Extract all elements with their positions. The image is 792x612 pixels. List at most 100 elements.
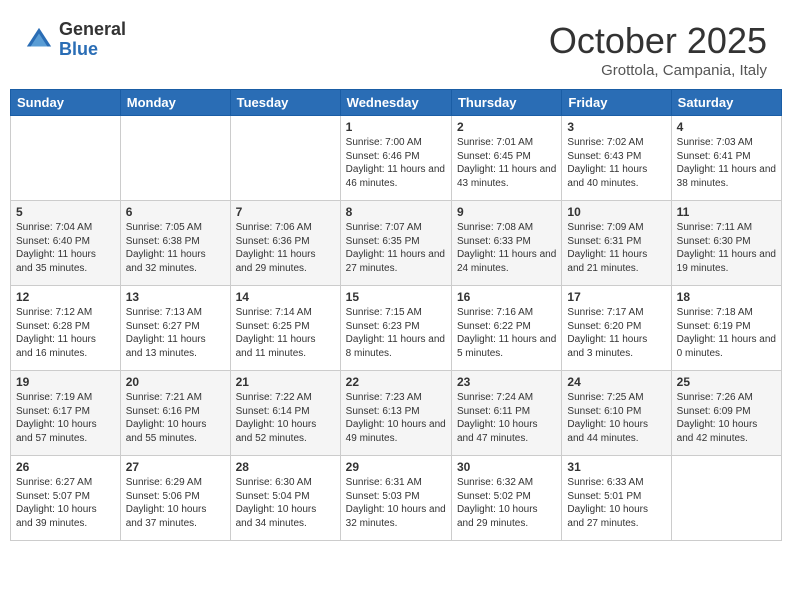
- calendar-cell: 4 Sunrise: 7:03 AM Sunset: 6:41 PM Daylig…: [671, 116, 781, 201]
- location: Grottola, Campania, Italy: [549, 62, 767, 79]
- calendar-cell: 24Sunrise: 7:25 AM Sunset: 6:10 PM Dayli…: [562, 371, 671, 456]
- calendar-cell: 8 Sunrise: 7:07 AM Sunset: 6:35 PM Daylig…: [340, 201, 451, 286]
- cell-content: Sunrise: 7:26 AM Sunset: 6:09 PM Dayligh…: [677, 391, 776, 445]
- calendar-cell: 31 Sunrise: 6:33 AM Sunset: 5:01 PM Dayli…: [562, 456, 671, 541]
- calendar-cell: 29 Sunrise: 6:31 AM Sunset: 5:03 PM Dayli…: [340, 456, 451, 541]
- calendar-cell: 12 Sunrise: 7:12 AM Sunset: 6:28 PM Dayli…: [11, 286, 121, 371]
- cell-content: Sunrise: 6:29 AM Sunset: 5:06 PM Dayligh…: [126, 476, 225, 530]
- day-number: 6: [126, 205, 225, 219]
- page-header: General Blue October 2025 Grottola, Camp…: [10, 10, 782, 84]
- calendar-cell: 18 Sunrise: 7:18 AM Sunset: 6:19 PM Dayli…: [671, 286, 781, 371]
- calendar-cell: [671, 456, 781, 541]
- cell-content: Sunrise: 7:24 AM Sunset: 6:11 PM Dayligh…: [457, 391, 556, 445]
- week-row-5: 26 Sunrise: 6:27 AM Sunset: 5:07 PM Dayli…: [11, 456, 782, 541]
- cell-content: Sunrise: 7:23 AM Sunset: 6:13 PM Dayligh…: [346, 391, 446, 445]
- cell-content: Sunrise: 7:13 AM Sunset: 6:27 PM Dayligh…: [126, 306, 225, 360]
- calendar-cell: 11Sunrise: 7:11 AM Sunset: 6:30 PM Dayli…: [671, 201, 781, 286]
- calendar-cell: 6 Sunrise: 7:05 AM Sunset: 6:38 PM Daylig…: [120, 201, 230, 286]
- week-row-4: 19Sunrise: 7:19 AM Sunset: 6:17 PM Dayli…: [11, 371, 782, 456]
- cell-content: Sunrise: 6:31 AM Sunset: 5:03 PM Dayligh…: [346, 476, 446, 530]
- day-number: 14: [236, 290, 335, 304]
- calendar-cell: 30 Sunrise: 6:32 AM Sunset: 5:02 PM Dayli…: [451, 456, 561, 541]
- calendar-cell: 3 Sunrise: 7:02 AM Sunset: 6:43 PM Daylig…: [562, 116, 671, 201]
- col-header-thursday: Thursday: [451, 90, 561, 116]
- cell-content: Sunrise: 6:33 AM Sunset: 5:01 PM Dayligh…: [567, 476, 665, 530]
- day-number: 28: [236, 460, 335, 474]
- day-number: 24: [567, 375, 665, 389]
- cell-content: Sunrise: 7:08 AM Sunset: 6:33 PM Dayligh…: [457, 221, 556, 275]
- day-number: 25: [677, 375, 776, 389]
- day-number: 4: [677, 120, 776, 134]
- cell-content: Sunrise: 7:05 AM Sunset: 6:38 PM Dayligh…: [126, 221, 225, 275]
- cell-content: Sunrise: 6:27 AM Sunset: 5:07 PM Dayligh…: [16, 476, 115, 530]
- cell-content: Sunrise: 7:04 AM Sunset: 6:40 PM Dayligh…: [16, 221, 115, 275]
- day-number: 15: [346, 290, 446, 304]
- cell-content: Sunrise: 7:07 AM Sunset: 6:35 PM Dayligh…: [346, 221, 446, 275]
- col-header-sunday: Sunday: [11, 90, 121, 116]
- day-number: 31: [567, 460, 665, 474]
- cell-content: Sunrise: 7:21 AM Sunset: 6:16 PM Dayligh…: [126, 391, 225, 445]
- cell-content: Sunrise: 7:14 AM Sunset: 6:25 PM Dayligh…: [236, 306, 335, 360]
- day-number: 12: [16, 290, 115, 304]
- calendar-cell: 27 Sunrise: 6:29 AM Sunset: 5:06 PM Dayli…: [120, 456, 230, 541]
- calendar-cell: 22 Sunrise: 7:23 AM Sunset: 6:13 PM Dayli…: [340, 371, 451, 456]
- day-number: 20: [126, 375, 225, 389]
- calendar-header-row: SundayMondayTuesdayWednesdayThursdayFrid…: [11, 90, 782, 116]
- day-number: 30: [457, 460, 556, 474]
- day-number: 23: [457, 375, 556, 389]
- day-number: 8: [346, 205, 446, 219]
- calendar-cell: 5Sunrise: 7:04 AM Sunset: 6:40 PM Daylig…: [11, 201, 121, 286]
- day-number: 18: [677, 290, 776, 304]
- day-number: 26: [16, 460, 115, 474]
- day-number: 21: [236, 375, 335, 389]
- cell-content: Sunrise: 7:03 AM Sunset: 6:41 PM Dayligh…: [677, 136, 776, 190]
- month-title: October 2025: [549, 20, 767, 62]
- day-number: 11: [677, 205, 776, 219]
- cell-content: Sunrise: 7:16 AM Sunset: 6:22 PM Dayligh…: [457, 306, 556, 360]
- day-number: 27: [126, 460, 225, 474]
- col-header-wednesday: Wednesday: [340, 90, 451, 116]
- cell-content: Sunrise: 7:17 AM Sunset: 6:20 PM Dayligh…: [567, 306, 665, 360]
- calendar-cell: 1Sunrise: 7:00 AM Sunset: 6:46 PM Daylig…: [340, 116, 451, 201]
- day-number: 10: [567, 205, 665, 219]
- cell-content: Sunrise: 7:18 AM Sunset: 6:19 PM Dayligh…: [677, 306, 776, 360]
- week-row-3: 12 Sunrise: 7:12 AM Sunset: 6:28 PM Dayli…: [11, 286, 782, 371]
- calendar-cell: 19Sunrise: 7:19 AM Sunset: 6:17 PM Dayli…: [11, 371, 121, 456]
- calendar-table: SundayMondayTuesdayWednesdayThursdayFrid…: [10, 89, 782, 541]
- calendar-cell: 23 Sunrise: 7:24 AM Sunset: 6:11 PM Dayli…: [451, 371, 561, 456]
- calendar-cell: 17 Sunrise: 7:17 AM Sunset: 6:20 PM Dayli…: [562, 286, 671, 371]
- calendar-cell: 13Sunrise: 7:13 AM Sunset: 6:27 PM Dayli…: [120, 286, 230, 371]
- calendar-cell: 10Sunrise: 7:09 AM Sunset: 6:31 PM Dayli…: [562, 201, 671, 286]
- cell-content: Sunrise: 7:02 AM Sunset: 6:43 PM Dayligh…: [567, 136, 665, 190]
- day-number: 2: [457, 120, 556, 134]
- col-header-friday: Friday: [562, 90, 671, 116]
- calendar-cell: 14 Sunrise: 7:14 AM Sunset: 6:25 PM Dayli…: [230, 286, 340, 371]
- logo-blue: Blue: [59, 40, 126, 60]
- cell-content: Sunrise: 7:12 AM Sunset: 6:28 PM Dayligh…: [16, 306, 115, 360]
- col-header-monday: Monday: [120, 90, 230, 116]
- day-number: 22: [346, 375, 446, 389]
- cell-content: Sunrise: 7:01 AM Sunset: 6:45 PM Dayligh…: [457, 136, 556, 190]
- calendar-cell: 2 Sunrise: 7:01 AM Sunset: 6:45 PM Daylig…: [451, 116, 561, 201]
- cell-content: Sunrise: 6:30 AM Sunset: 5:04 PM Dayligh…: [236, 476, 335, 530]
- day-number: 16: [457, 290, 556, 304]
- day-number: 9: [457, 205, 556, 219]
- cell-content: Sunrise: 7:00 AM Sunset: 6:46 PM Dayligh…: [346, 136, 446, 190]
- day-number: 17: [567, 290, 665, 304]
- cell-content: Sunrise: 7:22 AM Sunset: 6:14 PM Dayligh…: [236, 391, 335, 445]
- calendar-cell: 9 Sunrise: 7:08 AM Sunset: 6:33 PM Daylig…: [451, 201, 561, 286]
- logo-icon: [25, 26, 53, 54]
- day-number: 3: [567, 120, 665, 134]
- cell-content: Sunrise: 6:32 AM Sunset: 5:02 PM Dayligh…: [457, 476, 556, 530]
- day-number: 19: [16, 375, 115, 389]
- cell-content: Sunrise: 7:06 AM Sunset: 6:36 PM Dayligh…: [236, 221, 335, 275]
- week-row-2: 5Sunrise: 7:04 AM Sunset: 6:40 PM Daylig…: [11, 201, 782, 286]
- logo-general: General: [59, 20, 126, 40]
- col-header-tuesday: Tuesday: [230, 90, 340, 116]
- calendar-cell: 28 Sunrise: 6:30 AM Sunset: 5:04 PM Dayli…: [230, 456, 340, 541]
- day-number: 29: [346, 460, 446, 474]
- calendar-cell: 15Sunrise: 7:15 AM Sunset: 6:23 PM Dayli…: [340, 286, 451, 371]
- logo: General Blue: [25, 20, 126, 60]
- col-header-saturday: Saturday: [671, 90, 781, 116]
- week-row-1: 1Sunrise: 7:00 AM Sunset: 6:46 PM Daylig…: [11, 116, 782, 201]
